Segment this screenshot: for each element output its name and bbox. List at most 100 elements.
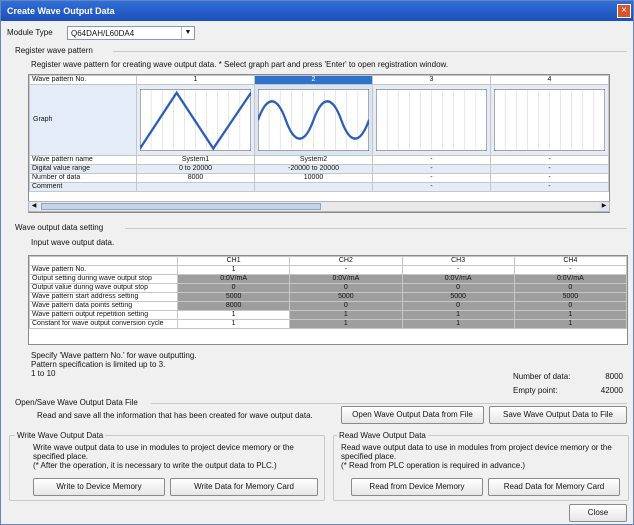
- scroll-left-icon[interactable]: ◀: [29, 202, 39, 211]
- cell[interactable]: [254, 182, 373, 192]
- pattern-column-2[interactable]: 2: [254, 75, 373, 85]
- cell[interactable]: -: [372, 182, 491, 192]
- graph-cell-2[interactable]: [254, 84, 373, 156]
- output-instruction: Input wave output data.: [31, 238, 115, 247]
- cell[interactable]: -: [372, 173, 491, 183]
- module-type-select[interactable]: Q64DAH/L60DA4 ▼: [67, 26, 195, 40]
- graph-cell-4[interactable]: [490, 84, 609, 156]
- cell[interactable]: [136, 182, 255, 192]
- open-save-description: Read and save all the information that h…: [37, 411, 313, 420]
- cell[interactable]: 0:0V/mA: [513, 274, 628, 284]
- cell[interactable]: 1: [513, 319, 628, 329]
- wave-pattern-no-header: Wave pattern No.: [29, 75, 137, 85]
- write-data-for-memory-card-button[interactable]: Write Data for Memory Card: [170, 478, 318, 496]
- section-divider: [151, 403, 627, 404]
- read-from-device-memory-button[interactable]: Read from Device Memory: [351, 478, 483, 496]
- save-wave-output-file-button[interactable]: Save Wave Output Data to File: [489, 406, 627, 424]
- row-label: Output value during wave output stop: [29, 283, 178, 293]
- write-desc: specified place.: [33, 452, 89, 461]
- cell[interactable]: -: [401, 265, 515, 275]
- close-button[interactable]: Close: [569, 504, 627, 522]
- cell[interactable]: System1: [136, 155, 255, 165]
- cell[interactable]: 1: [176, 265, 291, 275]
- write-to-device-memory-button[interactable]: Write to Device Memory: [33, 478, 165, 496]
- module-type-label: Module Type: [7, 28, 53, 37]
- write-group-title: Write Wave Output Data: [15, 431, 106, 440]
- scroll-thumb[interactable]: [41, 203, 321, 210]
- cell[interactable]: -: [490, 182, 609, 192]
- row-label-digital-range: Digital value range: [29, 164, 137, 174]
- close-icon[interactable]: ×: [617, 4, 631, 18]
- row-label-number-of-data: Number of data: [29, 173, 137, 183]
- cell[interactable]: 1: [401, 319, 515, 329]
- horizontal-scrollbar[interactable]: ◀ ▶: [28, 201, 610, 212]
- cell[interactable]: -20000 to 20000: [254, 164, 373, 174]
- graph-triangle-wave: [140, 89, 251, 151]
- cell[interactable]: 1: [401, 310, 515, 320]
- row-label-pattern-name: Wave pattern name: [29, 155, 137, 165]
- cell[interactable]: 0: [401, 301, 515, 311]
- cell[interactable]: 1: [289, 310, 403, 320]
- number-of-data-label: Number of data:: [513, 372, 571, 381]
- row-label: Wave pattern data points setting: [29, 301, 178, 311]
- cell[interactable]: -: [372, 155, 491, 165]
- pattern-column-4[interactable]: 4: [490, 75, 609, 85]
- graph-empty: [494, 89, 605, 151]
- cell[interactable]: 1: [513, 310, 628, 320]
- cell[interactable]: 10000: [254, 173, 373, 183]
- cell[interactable]: 0: [289, 283, 403, 293]
- chevron-down-icon: ▼: [181, 27, 194, 39]
- cell[interactable]: 0: [176, 283, 291, 293]
- cell[interactable]: 1: [176, 310, 291, 320]
- graph-cell-3[interactable]: [372, 84, 491, 156]
- cell[interactable]: 0: [513, 301, 628, 311]
- cell[interactable]: 1: [289, 319, 403, 329]
- write-desc: Write wave output data to use in modules…: [33, 443, 294, 452]
- read-desc: (* Read from PLC operation is required i…: [341, 461, 526, 470]
- register-instruction: Register wave pattern for creating wave …: [31, 60, 449, 69]
- window-title: Create Wave Output Data: [7, 6, 115, 16]
- cell[interactable]: -: [513, 265, 628, 275]
- read-desc: Read wave output data to use in modules …: [341, 443, 612, 452]
- graph-sine-wave: [258, 89, 369, 151]
- cell[interactable]: 0:0V/mA: [401, 274, 515, 284]
- open-wave-output-file-button[interactable]: Open Wave Output Data from File: [341, 406, 484, 424]
- scroll-right-icon[interactable]: ▶: [599, 202, 609, 211]
- cell[interactable]: 0: [401, 283, 515, 293]
- graph-empty: [376, 89, 487, 151]
- register-section-title: Register wave pattern: [15, 46, 93, 55]
- cell[interactable]: -: [490, 164, 609, 174]
- cell[interactable]: 1: [176, 319, 291, 329]
- cell[interactable]: 0:0V/mA: [289, 274, 403, 284]
- row-label: Wave pattern start address setting: [29, 292, 178, 302]
- cell[interactable]: 8000: [136, 173, 255, 183]
- cell[interactable]: 5000: [176, 292, 291, 302]
- cell[interactable]: 0: [289, 301, 403, 311]
- cell[interactable]: 0:0V/mA: [176, 274, 291, 284]
- read-group-title: Read Wave Output Data: [337, 431, 428, 440]
- graph-cell-1[interactable]: [136, 84, 255, 156]
- empty-point-label: Empty point:: [513, 386, 558, 395]
- output-section-title: Wave output data setting: [15, 223, 104, 232]
- cell[interactable]: -: [372, 164, 491, 174]
- channel-header: CH3: [401, 256, 515, 266]
- row-label: Constant for wave output conversion cycl…: [29, 319, 178, 329]
- cell[interactable]: 5000: [513, 292, 628, 302]
- cell[interactable]: 0: [513, 283, 628, 293]
- cell[interactable]: -: [490, 155, 609, 165]
- channel-header: CH4: [513, 256, 628, 266]
- read-data-for-memory-card-button[interactable]: Read Data for Memory Card: [488, 478, 620, 496]
- row-label: Wave pattern output repetition setting: [29, 310, 178, 320]
- cell[interactable]: -: [289, 265, 403, 275]
- cell[interactable]: 8000: [176, 301, 291, 311]
- pattern-column-1[interactable]: 1: [136, 75, 255, 85]
- cell[interactable]: 0 to 20000: [136, 164, 255, 174]
- cell[interactable]: System2: [254, 155, 373, 165]
- cell[interactable]: -: [490, 173, 609, 183]
- cell[interactable]: 5000: [289, 292, 403, 302]
- pattern-column-3[interactable]: 3: [372, 75, 491, 85]
- empty-point-value: 42000: [600, 386, 623, 395]
- note-line: Pattern specification is limited up to 3…: [31, 360, 166, 369]
- title-bar: Create Wave Output Data: [1, 1, 633, 21]
- cell[interactable]: 5000: [401, 292, 515, 302]
